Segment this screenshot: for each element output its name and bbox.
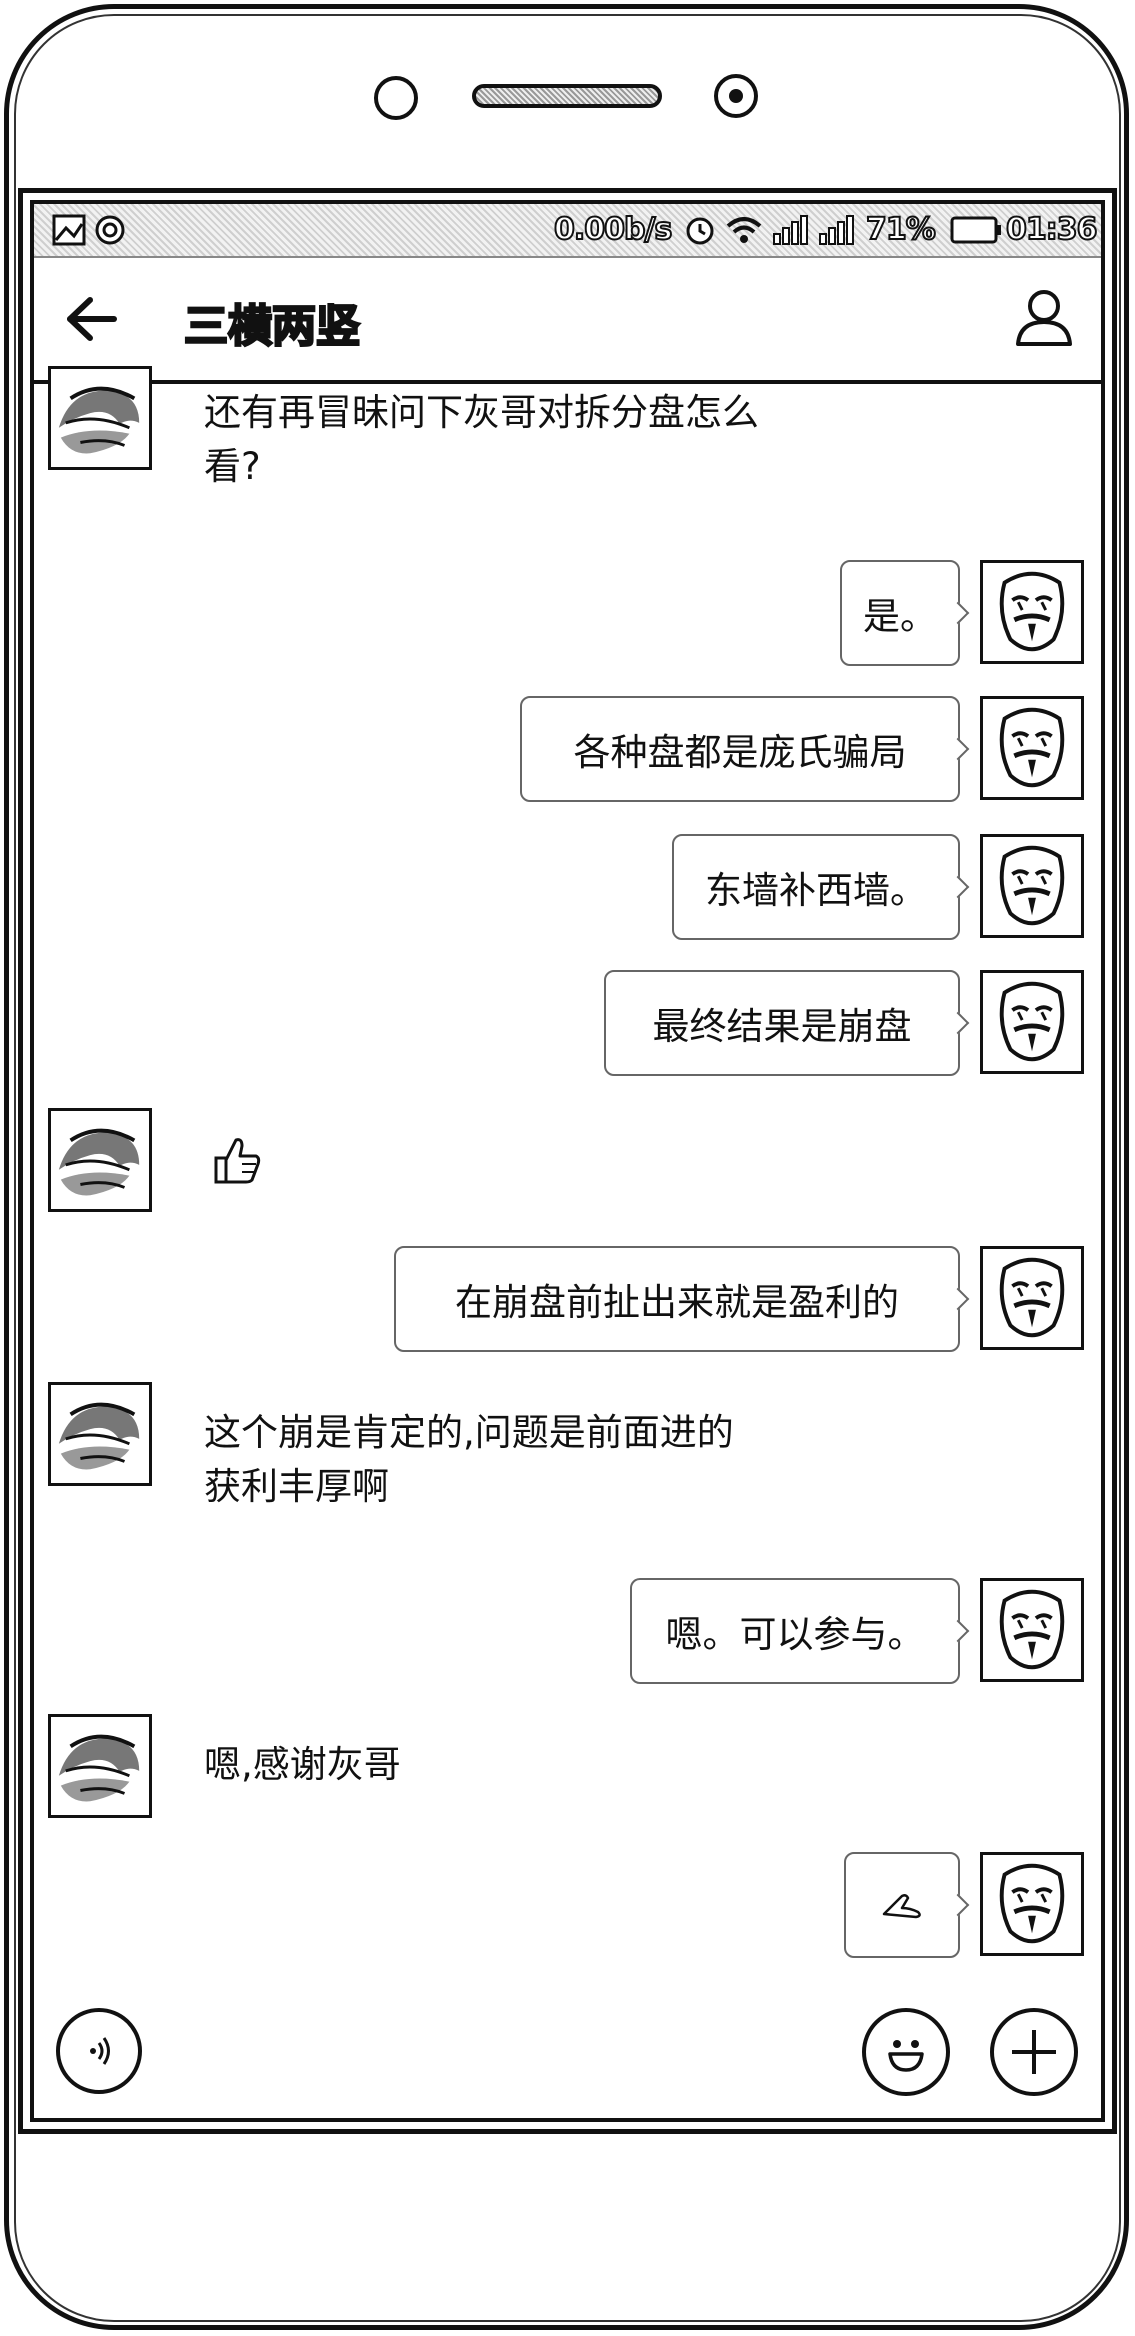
message-text: 嗯,感谢灰哥 <box>204 1738 401 1792</box>
status-bar: 0.00b/s 71% 01:36 <box>34 204 1101 258</box>
thumbs-up-icon <box>214 1138 261 1184</box>
smiley-icon <box>888 2040 924 2072</box>
avatar-friend[interactable] <box>48 1108 152 1212</box>
avatar-friend[interactable] <box>48 1382 152 1486</box>
avatar-me[interactable] <box>980 1852 1084 1956</box>
message-line: 嗯,感谢灰哥 <box>204 1743 401 1786</box>
message-text: 这个崩是肯定的,问题是前面进的 获利丰厚啊 <box>204 1406 734 1514</box>
avatar-me[interactable] <box>980 834 1084 938</box>
message-text: 嗯。可以参与。 <box>665 1613 925 1656</box>
message-text: 是。 <box>863 595 937 638</box>
message-bubble[interactable]: 在崩盘前扯出来就是盈利的 <box>394 1246 960 1352</box>
wifi-icon <box>726 217 762 243</box>
message-bubble[interactable]: 最终结果是崩盘 <box>604 970 960 1076</box>
signal-icon <box>773 215 808 245</box>
avatar-friend[interactable] <box>48 366 152 470</box>
voice-icon <box>90 2037 110 2065</box>
add-button[interactable] <box>990 2008 1078 2096</box>
battery-percent: 71% <box>865 211 937 248</box>
net-speed: 0.00b/s <box>553 211 673 248</box>
plus-icon <box>1012 2030 1056 2074</box>
user-icon[interactable] <box>1012 284 1076 348</box>
message-bubble[interactable]: 各种盘都是庞氏骗局 <box>520 696 960 802</box>
emoji-button[interactable] <box>862 2008 950 2096</box>
message-bubble[interactable] <box>844 1852 960 1958</box>
message-text: 各种盘都是庞氏骗局 <box>573 731 907 774</box>
chat-icon <box>95 215 125 245</box>
battery-icon <box>950 216 1001 244</box>
signal-icon-2 <box>819 215 854 245</box>
chat-header: 三横两竖 <box>34 258 1101 384</box>
message-bubble[interactable]: 东墙补西墙。 <box>672 834 960 940</box>
message-line: 看? <box>204 445 261 488</box>
avatar-me[interactable] <box>980 1246 1084 1350</box>
fist-bump-icon <box>882 1894 921 1919</box>
message-line: 获利丰厚啊 <box>204 1465 389 1508</box>
voice-button[interactable] <box>56 2008 142 2094</box>
message-text: 在崩盘前扯出来就是盈利的 <box>455 1281 899 1324</box>
earpiece-speaker <box>472 84 662 108</box>
message-line: 还有再冒昧问下灰哥对拆分盘怎么 <box>204 391 759 434</box>
message-bubble[interactable]: 是。 <box>840 560 960 666</box>
image-icon <box>52 214 86 246</box>
avatar-me[interactable] <box>980 970 1084 1074</box>
message-text: 还有再冒昧问下灰哥对拆分盘怎么 看? <box>204 386 759 494</box>
avatar-friend[interactable] <box>48 1714 152 1818</box>
clock: 01:36 <box>1005 211 1098 248</box>
message-line: 这个崩是肯定的,问题是前面进的 <box>204 1411 734 1454</box>
arrow-left-icon[interactable] <box>62 294 118 344</box>
chat-title: 三横两竖 <box>183 300 362 354</box>
proximity-sensor <box>714 74 758 118</box>
avatar-me[interactable] <box>980 560 1084 664</box>
message-text: 最终结果是崩盘 <box>652 1005 912 1048</box>
message-text: 东墙补西墙。 <box>705 869 927 912</box>
alarm-icon <box>686 217 714 245</box>
avatar-me[interactable] <box>980 696 1084 800</box>
avatar-me[interactable] <box>980 1578 1084 1682</box>
front-camera <box>374 76 418 120</box>
message-bubble[interactable]: 嗯。可以参与。 <box>630 1578 960 1684</box>
